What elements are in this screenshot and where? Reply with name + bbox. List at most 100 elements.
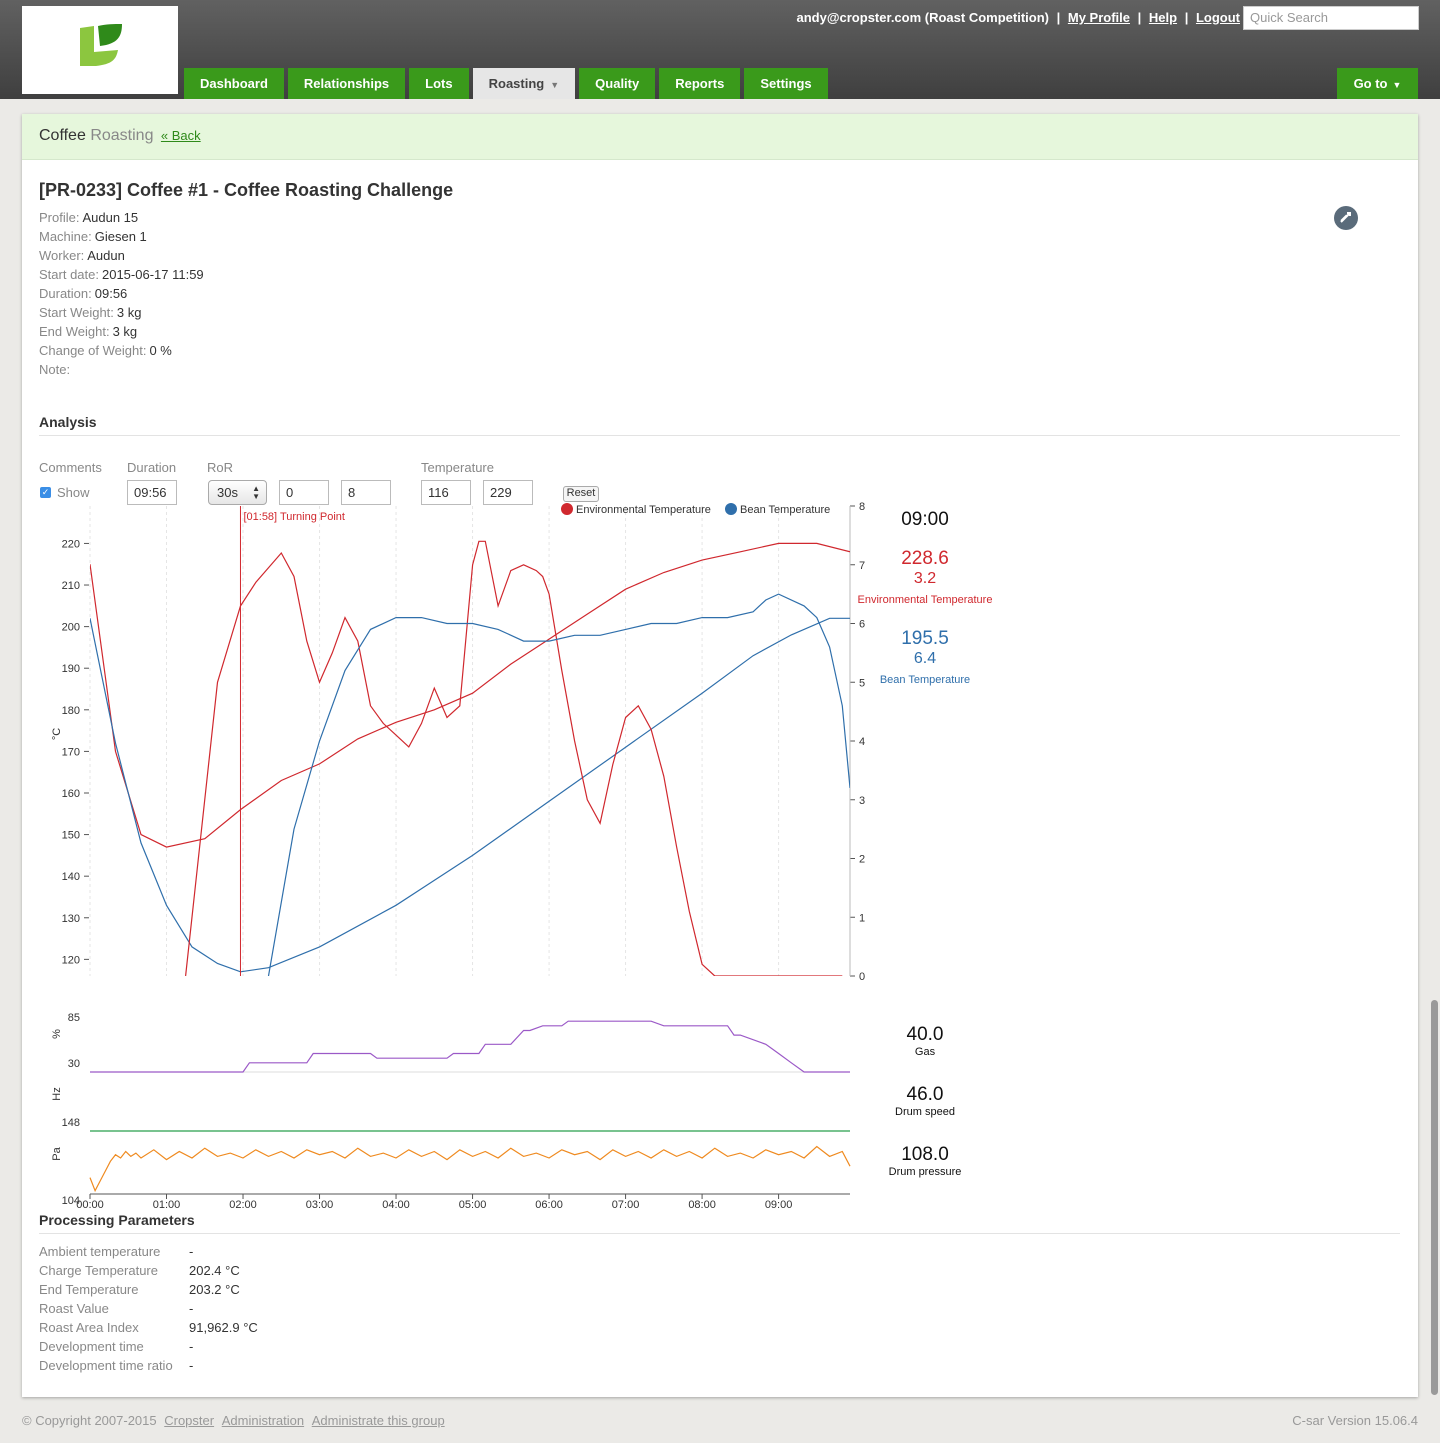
y-tick-label: 200 <box>62 622 80 634</box>
export-icon[interactable] <box>1334 206 1358 230</box>
processing-parameters: Ambient temperature - Charge Temperature 20… <box>39 1242 258 1375</box>
param-row: Charge Temperature 202.4 °C <box>39 1261 258 1280</box>
scrollbar[interactable] <box>1431 1000 1438 1395</box>
readout-gas-value: 40.0 <box>906 1024 944 1045</box>
param-row: Development time - <box>39 1337 258 1356</box>
goto-button[interactable]: Go to ▼ <box>1337 68 1418 99</box>
help-link[interactable]: Help <box>1149 10 1177 25</box>
readout-drum-pressure-value: 108.0 <box>901 1144 949 1165</box>
tab-roasting[interactable]: Roasting ▼ <box>472 68 576 99</box>
y-tick-label: 190 <box>62 663 80 675</box>
tab-dashboard[interactable]: Dashboard <box>184 68 284 99</box>
detail-value: 3 kg <box>116 305 142 320</box>
tab-roasting-label: Roasting <box>488 76 545 91</box>
detail-row: Start date: 2015-06-17 11:59 <box>39 265 204 284</box>
y-tick-label: 210 <box>62 580 80 592</box>
readout-env-ror: 3.2 <box>913 570 937 587</box>
param-value: 202.4 °C <box>189 1263 240 1278</box>
param-row: Roast Value - <box>39 1299 258 1318</box>
readout-gas-label: Gas <box>914 1046 936 1058</box>
copyright: © Copyright 2007-2015 <box>22 1413 157 1428</box>
readout-env-value: 228.6 <box>901 548 949 569</box>
x-tick-label: 01:00 <box>153 1199 181 1211</box>
tab-relationships[interactable]: Relationships <box>287 68 406 99</box>
gas-tick-label: 85 <box>68 1012 80 1024</box>
pressure-axis-label: Pa <box>51 1146 63 1160</box>
y-tick-label: 220 <box>62 538 80 550</box>
comments-label: Comments <box>39 460 102 475</box>
version-label: C-sar Version 15.06.4 <box>1292 1413 1418 1428</box>
breadcrumb-roasting: Roasting <box>90 127 154 144</box>
breadcrumb: Coffee Roasting « Back <box>22 114 1418 160</box>
detail-key: Machine: <box>39 229 92 244</box>
readout-bean-label: Bean Temperature <box>879 674 971 686</box>
x-tick-label: 09:00 <box>765 1199 793 1211</box>
detail-value: 3 kg <box>112 324 138 339</box>
tab-lots[interactable]: Lots <box>409 68 469 99</box>
gas-tick-label: 30 <box>68 1058 80 1070</box>
main-panel: Coffee Roasting « Back [PR-0233] Coffee … <box>22 114 1418 1397</box>
param-key: Roast Value <box>39 1301 109 1316</box>
cropster-link[interactable]: Cropster <box>164 1413 214 1428</box>
detail-value: 0 % <box>149 343 172 358</box>
divider <box>39 435 1400 436</box>
logout-link[interactable]: Logout <box>1196 10 1240 25</box>
param-key: Development time <box>39 1339 144 1354</box>
administrate-group-link[interactable]: Administrate this group <box>312 1413 445 1428</box>
x-tick-label: 04:00 <box>382 1199 410 1211</box>
param-row: End Temperature 203.2 °C <box>39 1280 258 1299</box>
temperature-label: Temperature <box>421 460 494 475</box>
breadcrumb-coffee: Coffee <box>39 127 86 144</box>
readout-bean-ror: 6.4 <box>913 650 937 667</box>
readout-env-label: Environmental Temperature <box>857 594 993 606</box>
detail-row: Start Weight: 3 kg <box>39 303 204 322</box>
page-title: [PR-0233] Coffee #1 - Coffee Roasting Ch… <box>39 180 454 200</box>
tab-reports[interactable]: Reports <box>659 68 741 99</box>
detail-value: Audun 15 <box>82 210 139 225</box>
detail-key: Change of Weight: <box>39 343 147 358</box>
legend-bean-label: Bean Temperature <box>740 504 830 516</box>
detail-value: 2015-06-17 11:59 <box>101 267 204 282</box>
x-tick-label: 05:00 <box>459 1199 487 1211</box>
footer: © Copyright 2007-2015 Cropster Administr… <box>22 1413 445 1428</box>
detail-key: Profile: <box>39 210 80 225</box>
cropster-logo[interactable] <box>22 6 178 94</box>
y2-tick-label: 3 <box>859 795 865 807</box>
x-tick-label: 02:00 <box>229 1199 257 1211</box>
detail-row: Note: <box>39 360 204 379</box>
param-row: Roast Area Index 91,962.9 °C <box>39 1318 258 1337</box>
detail-key: Start Weight: <box>39 305 114 320</box>
legend-env-marker <box>561 503 573 515</box>
detail-row: Machine: Giesen 1 <box>39 227 204 246</box>
my-profile-link[interactable]: My Profile <box>1068 10 1130 25</box>
divider <box>39 1233 1400 1234</box>
param-value: - <box>189 1244 194 1259</box>
tab-settings[interactable]: Settings <box>744 68 828 99</box>
roast-details: Profile: Audun 15 Machine: Giesen 1 Worker: A… <box>39 208 204 379</box>
user-bar: andy@cropster.com (Roast Competition) | … <box>796 10 1241 25</box>
param-key: Charge Temperature <box>39 1263 158 1278</box>
detail-key: Start date: <box>39 267 99 282</box>
legend-bean-marker <box>725 503 737 515</box>
detail-row: Worker: Audun <box>39 246 204 265</box>
quick-search-input[interactable]: Quick Search <box>1243 6 1419 30</box>
main-nav: Dashboard Relationships Lots Roasting ▼ Q… <box>184 68 828 99</box>
param-value: 91,962.9 °C <box>189 1320 258 1335</box>
param-value: - <box>189 1339 194 1354</box>
y2-tick-label: 2 <box>859 854 865 866</box>
y-tick-label: 130 <box>62 913 80 925</box>
y-tick-label: 120 <box>62 954 80 966</box>
administration-link[interactable]: Administration <box>222 1413 304 1428</box>
y2-tick-label: 0 <box>859 971 865 983</box>
detail-key: Duration: <box>39 286 92 301</box>
detail-key: Worker: <box>39 248 85 263</box>
back-link[interactable]: « Back <box>161 128 201 143</box>
caret-down-icon: ▼ <box>1392 80 1402 90</box>
top-bar: andy@cropster.com (Roast Competition) | … <box>0 0 1440 99</box>
analysis-heading: Analysis <box>39 414 97 430</box>
duration-label: Duration <box>127 460 177 475</box>
leaf-logo-icon <box>80 24 122 66</box>
goto-label: Go to <box>1353 76 1388 91</box>
tab-quality[interactable]: Quality <box>579 68 656 99</box>
x-tick-label: 03:00 <box>306 1199 334 1211</box>
